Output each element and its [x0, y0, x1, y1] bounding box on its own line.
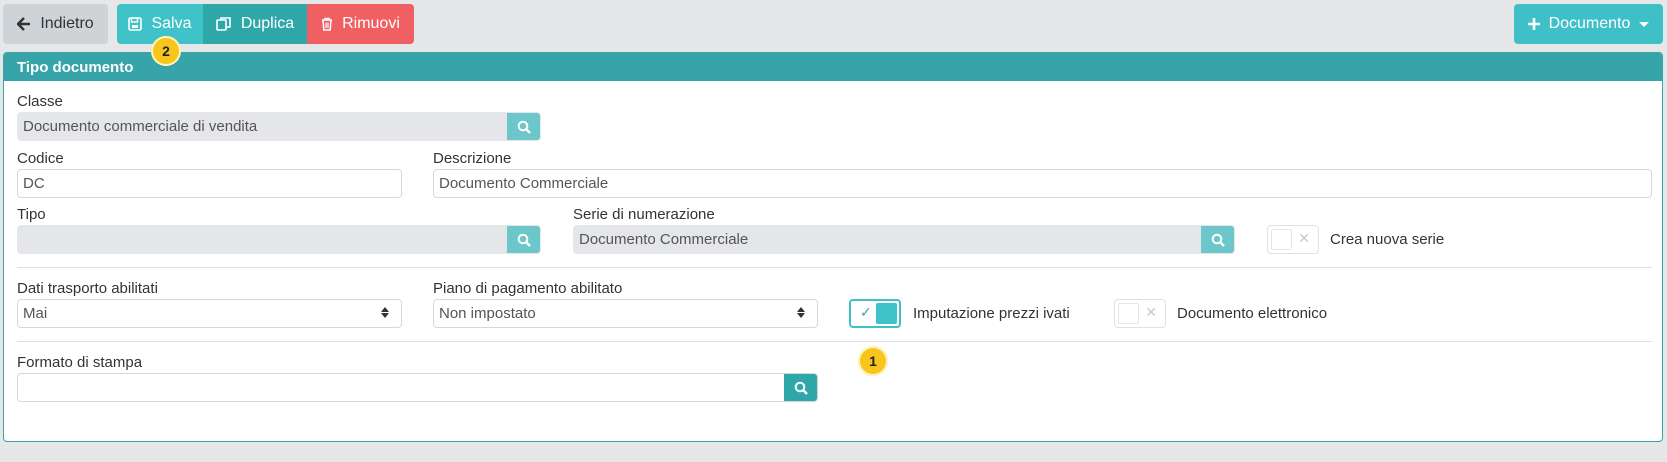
serie-search-button[interactable]: [1201, 226, 1234, 253]
toggle-knob: [1118, 303, 1139, 324]
serie-label: Serie di numerazione: [573, 206, 715, 223]
codice-label: Codice: [17, 150, 64, 167]
toggle-knob: [1271, 229, 1292, 250]
panel-title: Tipo documento: [4, 53, 1662, 81]
codice-input[interactable]: DC: [17, 169, 402, 198]
imputazione-prezzi-ivati-toggle[interactable]: ✓: [849, 299, 901, 328]
back-label: Indietro: [40, 15, 94, 32]
formato-stampa-label: Formato di stampa: [17, 354, 143, 371]
back-button[interactable]: Indietro: [3, 4, 108, 44]
divider: [17, 267, 1652, 268]
chevron-down-icon: [1639, 21, 1650, 27]
descrizione-input[interactable]: Documento Commerciale: [433, 169, 1652, 198]
close-icon: ✕: [1145, 304, 1157, 320]
crea-nuova-serie-toggle[interactable]: ✕: [1267, 225, 1319, 254]
search-icon: [1211, 233, 1225, 247]
descrizione-label: Descrizione: [433, 150, 512, 167]
toggle-knob: [876, 303, 897, 324]
floppy-disk-icon: [128, 17, 143, 31]
search-icon: [794, 381, 808, 395]
check-icon: ✓: [860, 304, 872, 320]
add-document-button[interactable]: Documento: [1514, 4, 1663, 44]
tipo-field[interactable]: [17, 225, 541, 254]
documento-elettronico-label: Documento elettronico: [1177, 305, 1328, 322]
step-badge-save: 2: [151, 36, 181, 66]
dati-trasporto-label: Dati trasporto abilitati: [17, 280, 158, 297]
formato-stampa-field[interactable]: [17, 373, 818, 402]
formato-stampa-search-button[interactable]: [784, 374, 817, 401]
piano-pagamento-select[interactable]: Non impostato: [433, 299, 818, 328]
plus-icon: [1527, 18, 1540, 30]
tipo-search-button[interactable]: [507, 226, 540, 253]
codice-value: DC: [23, 175, 45, 192]
documento-elettronico-toggle[interactable]: ✕: [1114, 299, 1166, 328]
crea-nuova-serie-label: Crea nuova serie: [1330, 231, 1445, 248]
tipo-label: Tipo: [17, 206, 46, 223]
save-label: Salva: [151, 15, 192, 32]
piano-pagamento-label: Piano di pagamento abilitato: [433, 280, 623, 297]
document-label: Documento: [1548, 15, 1631, 32]
close-icon: ✕: [1298, 230, 1310, 246]
step-badge-imputazione: 1: [858, 346, 888, 376]
remove-button[interactable]: Rimuovi: [307, 4, 414, 44]
divider: [17, 341, 1652, 342]
search-icon: [517, 120, 531, 134]
classe-search-button[interactable]: [507, 113, 540, 140]
descrizione-value: Documento Commerciale: [439, 175, 609, 192]
piano-pagamento-value: Non impostato: [439, 305, 536, 322]
classe-label: Classe: [17, 93, 63, 110]
copy-icon: [216, 17, 231, 31]
tipo-documento-panel: Tipo documento Classe Documento commerci…: [3, 52, 1663, 442]
serie-value: Documento Commerciale: [579, 231, 749, 248]
duplicate-button[interactable]: Duplica: [203, 4, 307, 44]
imputazione-label: Imputazione prezzi ivati: [913, 305, 1070, 322]
dati-trasporto-value: Mai: [23, 305, 48, 322]
remove-label: Rimuovi: [342, 15, 400, 32]
sort-icon: [797, 307, 805, 318]
trash-icon: [322, 17, 333, 31]
classe-field[interactable]: Documento commerciale di vendita: [17, 112, 541, 141]
arrow-left-icon: [17, 17, 31, 31]
sort-icon: [381, 307, 389, 318]
classe-value: Documento commerciale di vendita: [23, 118, 258, 135]
dati-trasporto-select[interactable]: Mai: [17, 299, 402, 328]
serie-field[interactable]: Documento Commerciale: [573, 225, 1235, 254]
search-icon: [517, 233, 531, 247]
duplicate-label: Duplica: [240, 15, 295, 32]
